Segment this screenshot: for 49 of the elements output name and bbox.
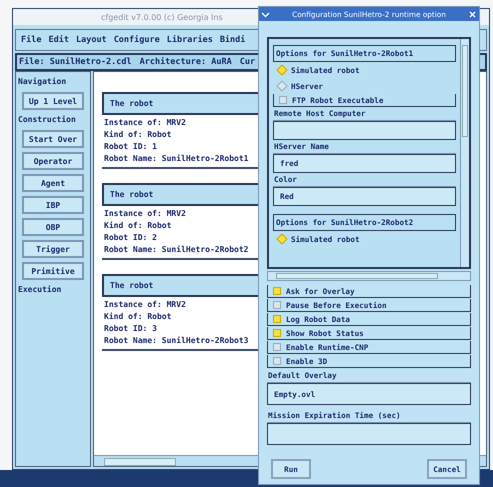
menu-item[interactable]: Edit: [48, 35, 69, 45]
file-info-text: Architecture: AuRA: [140, 57, 232, 67]
sidebar-button[interactable]: Agent: [22, 174, 84, 192]
input-field[interactable]: [267, 423, 471, 445]
sidebar-button[interactable]: Start Over: [22, 130, 84, 148]
file-info-text: Cur: [240, 57, 256, 67]
file-info-text: File: SunilHetro-2.cdl: [19, 57, 132, 67]
input-field[interactable]: [273, 121, 456, 140]
sidebar-button[interactable]: Trigger: [22, 240, 84, 258]
node-text: Robot ID: 2: [103, 232, 158, 244]
node-text: Instance of: MRV2: [103, 117, 187, 129]
node-text: Robot Name: SunilHetro-2Robot3: [103, 335, 250, 347]
checkbox[interactable]: [279, 96, 287, 104]
sidebar-button[interactable]: IBP: [22, 196, 84, 214]
dropdown-icon[interactable]: [261, 10, 270, 18]
scrollbar[interactable]: [267, 271, 471, 281]
radio-button[interactable]: [276, 80, 288, 92]
node-text: Kind of: Robot: [103, 129, 172, 141]
checkbox[interactable]: [273, 301, 281, 309]
node-text: Kind of: Robot: [103, 311, 172, 323]
window-title: cfgedit v7.0.00 (c) Georgia Ins: [101, 12, 223, 22]
checkbox[interactable]: [273, 329, 281, 337]
node-text: Kind of: Robot: [103, 220, 172, 232]
section-heading: Execution: [17, 284, 62, 296]
node-text: Robot ID: 3: [103, 323, 158, 335]
menu-item[interactable]: Configure: [114, 35, 160, 45]
sidebar-button[interactable]: Operator: [22, 152, 84, 170]
section-heading: Construction: [17, 114, 77, 126]
checkbox[interactable]: [273, 287, 281, 295]
menu-item[interactable]: File: [21, 35, 42, 45]
checkbox[interactable]: [273, 315, 281, 323]
node-text: Instance of: MRV2: [103, 208, 187, 220]
section-heading: Navigation: [17, 76, 68, 88]
menu-item[interactable]: Layout: [76, 35, 107, 45]
checkbox[interactable]: [273, 343, 281, 351]
node-text: Robot ID: 1: [103, 141, 158, 153]
scrollbar[interactable]: [460, 39, 469, 267]
close-icon[interactable]: [468, 10, 477, 18]
menu-item[interactable]: Bindi: [220, 35, 246, 45]
checkbox[interactable]: [273, 357, 281, 365]
node-text: Robot Name: SunilHetro-2Robot2: [103, 244, 250, 256]
sidebar-button[interactable]: Up 1 Level: [22, 92, 84, 110]
sidebar-button[interactable]: OBP: [22, 218, 84, 236]
sidebar-button[interactable]: Primitive: [22, 262, 84, 280]
radio-button[interactable]: [276, 64, 288, 76]
radio-button[interactable]: [276, 233, 288, 245]
node-text: Robot Name: SunilHetro-2Robot1: [103, 153, 250, 165]
node-text: Instance of: MRV2: [103, 299, 187, 311]
menu-item[interactable]: Libraries: [166, 35, 213, 45]
